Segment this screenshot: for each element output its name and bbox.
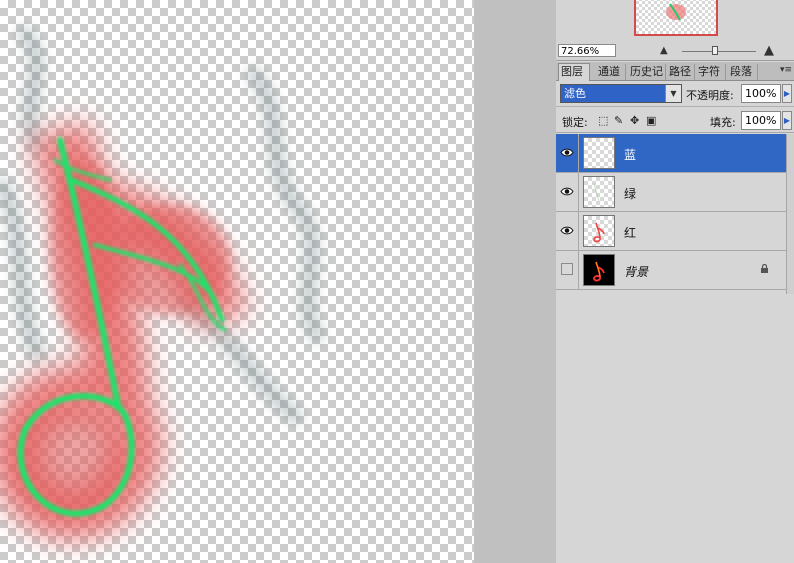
music-note-artwork <box>0 24 326 540</box>
layer-thumbnail <box>583 137 615 169</box>
navigator-preview-artwork <box>666 3 686 21</box>
large-mountain-icon[interactable]: ▲ <box>764 43 774 58</box>
navigator-preview[interactable] <box>634 0 718 36</box>
side-panel: 72.66% ▲ ▲ 图层 通道 历史记 路径 字符 段落 ▾≡ 滤色 ▼ 不透… <box>556 0 794 563</box>
layer-name[interactable]: 蓝 <box>624 146 636 163</box>
workspace-gutter <box>474 0 557 563</box>
layer-thumbnail-art <box>593 261 605 282</box>
lock-label: 锁定: <box>562 116 588 129</box>
tab-channels[interactable]: 通道 <box>596 64 626 80</box>
small-mountain-icon[interactable]: ▲ <box>660 45 668 56</box>
navigator-panel <box>556 0 794 42</box>
layer-row-green[interactable]: 绿 <box>556 173 786 212</box>
panel-tabs: 图层 通道 历史记 路径 字符 段落 ▾≡ <box>556 62 794 81</box>
visibility-toggle-empty[interactable] <box>561 263 573 275</box>
zoom-slider-handle[interactable] <box>712 46 719 55</box>
opacity-arrow-icon[interactable]: ▶ <box>782 84 792 103</box>
layer-thumbnail <box>583 176 615 208</box>
layer-thumbnail <box>583 254 615 286</box>
visibility-cell[interactable] <box>556 251 579 289</box>
lock-row: 锁定: ⬚ ✎ ✥ ▣ 填充: 100% ▶ <box>556 108 794 133</box>
layer-row-background[interactable]: 背景 <box>556 251 786 290</box>
tab-character[interactable]: 字符 <box>696 64 726 80</box>
lock-brush-icon[interactable]: ✎ <box>614 114 623 127</box>
visibility-cell[interactable] <box>556 212 579 250</box>
document-canvas[interactable] <box>0 0 474 563</box>
lock-transparent-icon[interactable]: ⬚ <box>598 114 608 127</box>
visibility-cell[interactable] <box>556 173 579 211</box>
zoom-slider-track[interactable] <box>682 51 756 52</box>
blend-mode-select[interactable]: 滤色 ▼ <box>560 84 682 103</box>
layer-thumbnail-art <box>593 222 605 243</box>
opacity-input[interactable]: 100% <box>741 84 781 103</box>
eye-icon[interactable] <box>560 225 574 236</box>
tab-paths[interactable]: 路径 <box>667 64 695 80</box>
chevron-down-icon[interactable]: ▼ <box>665 85 681 102</box>
lock-icon <box>761 264 768 273</box>
layers-scrollbar[interactable] <box>786 134 794 294</box>
fill-label: 填充: <box>710 116 736 129</box>
layer-name[interactable]: 红 <box>624 224 636 241</box>
layer-row-blue[interactable]: 蓝 <box>556 134 786 173</box>
tab-history[interactable]: 历史记 <box>628 64 666 80</box>
eye-icon[interactable] <box>560 147 574 158</box>
layer-name[interactable]: 绿 <box>624 185 636 202</box>
opacity-label: 不透明度: <box>686 89 734 102</box>
layer-thumbnail-art <box>593 182 600 202</box>
layer-name[interactable]: 背景 <box>624 263 648 280</box>
layer-row-red[interactable]: 红 <box>556 212 786 251</box>
zoom-input[interactable]: 72.66% <box>558 44 616 57</box>
layer-thumbnail <box>583 215 615 247</box>
fill-arrow-icon[interactable]: ▶ <box>782 111 792 130</box>
eye-icon[interactable] <box>560 186 574 197</box>
panel-menu-icon[interactable]: ▾≡ <box>780 65 792 76</box>
lock-move-icon[interactable]: ✥ <box>630 114 639 127</box>
tab-paragraph[interactable]: 段落 <box>728 64 758 80</box>
fill-input[interactable]: 100% <box>741 111 781 130</box>
blend-mode-value: 滤色 <box>564 87 586 100</box>
blend-row: 滤色 ▼ 不透明度: 100% ▶ <box>556 82 794 107</box>
zoom-bar: 72.66% ▲ ▲ <box>556 42 794 61</box>
visibility-cell[interactable] <box>556 134 579 172</box>
lock-all-icon[interactable]: ▣ <box>646 114 656 127</box>
tab-layers[interactable]: 图层 <box>558 63 590 81</box>
